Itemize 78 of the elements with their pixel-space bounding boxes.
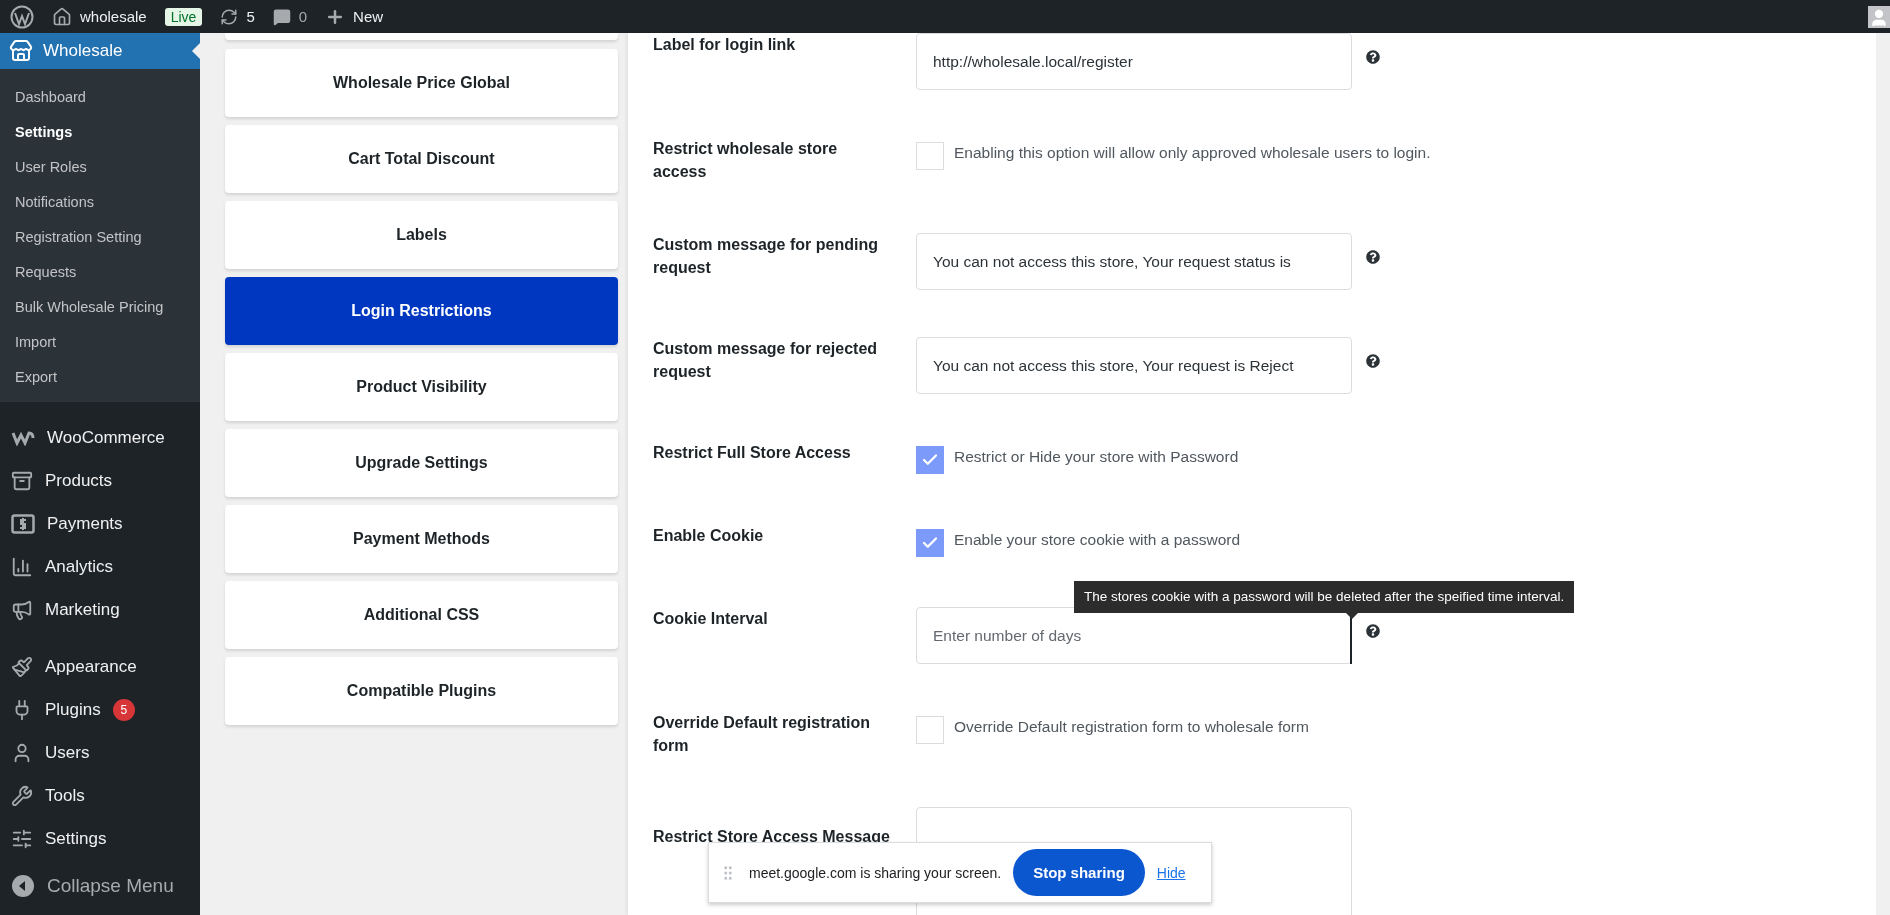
- hide-link[interactable]: Hide: [1156, 864, 1186, 881]
- checkbox-description: Enable your store cookie with a password: [954, 530, 1241, 550]
- field-label: Custom message for rejected request: [653, 339, 879, 382]
- submenu-item[interactable]: Notifications: [0, 184, 200, 219]
- text-field[interactable]: You can not access this store, Your request status is: [916, 233, 1352, 290]
- collapse-menu-button[interactable]: Collapse Menu: [0, 864, 200, 907]
- settings-tab[interactable]: Cart Total Discount: [225, 125, 618, 193]
- current-menu-item[interactable]: Wholesale: [0, 33, 200, 69]
- help-icon[interactable]: [1366, 50, 1380, 64]
- share-message: meet.google.com is sharing your screen.: [749, 864, 1002, 881]
- submenu-item[interactable]: Dashboard: [0, 79, 200, 114]
- count-badge: 5: [112, 698, 135, 721]
- checkbox[interactable]: [916, 446, 944, 474]
- menu-item[interactable]: WooCommerce: [0, 416, 200, 459]
- text-field[interactable]: http://wholesale.local/register: [916, 33, 1352, 90]
- menu-item[interactable]: Tools: [0, 774, 200, 817]
- text-field[interactable]: Enter number of days: [916, 607, 1352, 664]
- tooltip: The stores cookie with a password will be deleted after the speified time interval.: [1074, 581, 1575, 613]
- field-label: Custom message for pending request: [653, 235, 879, 278]
- comments-count[interactable]: 0: [298, 8, 308, 25]
- field-label: Restrict wholesale store access: [653, 139, 839, 182]
- field-label: Enable Cookie: [653, 526, 765, 546]
- checkbox-description: Override Default registration form to wholesale form: [954, 717, 1309, 737]
- settings-tab[interactable]: Login Restrictions: [225, 277, 618, 345]
- menu-item[interactable]: Settings: [0, 817, 200, 860]
- menu-item[interactable]: Products: [0, 459, 200, 502]
- settings-tab[interactable]: Wholesale Price Global: [225, 49, 618, 117]
- field-label: Label for login link: [653, 35, 797, 55]
- bar-chart-icon: [11, 555, 33, 578]
- updates-icon[interactable]: [220, 7, 239, 26]
- menu-item[interactable]: Users: [0, 731, 200, 774]
- paintbrush-icon: [11, 655, 33, 678]
- store-icon: [9, 39, 33, 63]
- megaphone-icon: [11, 598, 33, 621]
- collapse-icon: [11, 873, 35, 898]
- sliders-icon: [11, 827, 33, 850]
- settings-tab[interactable]: Payment Methods: [225, 505, 618, 573]
- archive-box-icon: [11, 469, 33, 492]
- submenu-item[interactable]: User Roles: [0, 149, 200, 184]
- woo-logo-icon: [11, 429, 35, 446]
- settings-tab[interactable]: Labels: [225, 201, 618, 269]
- menu-item[interactable]: Payments: [0, 502, 200, 545]
- menu-item[interactable]: Marketing: [0, 588, 200, 631]
- comment-icon[interactable]: [272, 7, 291, 26]
- settings-tab[interactable]: Compatible Plugins: [225, 657, 618, 725]
- user-avatar[interactable]: [1868, 5, 1890, 28]
- updates-count[interactable]: 5: [246, 8, 255, 25]
- dollar-card-icon: [11, 513, 35, 534]
- help-icon[interactable]: [1366, 354, 1380, 368]
- site-name-link[interactable]: wholesale: [80, 8, 147, 25]
- submenu-item[interactable]: Export: [0, 359, 200, 394]
- submenu-item[interactable]: Registration Setting: [0, 219, 200, 254]
- help-icon[interactable]: [1366, 250, 1380, 264]
- wordpress-logo-icon[interactable]: [10, 4, 34, 29]
- settings-tab[interactable]: Product Visibility: [225, 353, 618, 421]
- live-badge: Live: [164, 7, 203, 26]
- checkbox-description: Enabling this option will allow only approved wholesale users to login.: [954, 143, 1431, 163]
- submenu-item[interactable]: Import: [0, 324, 200, 359]
- settings-tab[interactable]: Additional CSS: [225, 581, 618, 649]
- field-label: Cookie Interval: [653, 609, 769, 629]
- new-link[interactable]: New: [353, 8, 384, 25]
- checkbox[interactable]: [916, 529, 944, 557]
- field-label: Restrict Store Access Message: [653, 827, 891, 847]
- wrench-icon: [11, 784, 33, 807]
- stop-sharing-button[interactable]: Stop sharing: [1013, 849, 1145, 896]
- field-label: Restrict Full Store Access: [653, 443, 852, 463]
- checkbox-description: Restrict or Hide your store with Password: [954, 447, 1239, 467]
- menu-item[interactable]: Analytics: [0, 545, 200, 588]
- submenu-item[interactable]: Bulk Wholesale Pricing: [0, 289, 200, 324]
- help-icon[interactable]: [1366, 624, 1380, 638]
- submenu-item[interactable]: Requests: [0, 254, 200, 289]
- submenu-item[interactable]: Settings: [0, 114, 200, 149]
- menu-item[interactable]: Appearance: [0, 645, 200, 688]
- settings-tab[interactable]: Upgrade Settings: [225, 429, 618, 497]
- home-icon[interactable]: [52, 6, 72, 27]
- field-label: Override Default registration form: [653, 713, 871, 756]
- text-field[interactable]: You can not access this store, Your request is Reject: [916, 337, 1352, 394]
- menu-item[interactable]: Plugins 5: [0, 688, 200, 731]
